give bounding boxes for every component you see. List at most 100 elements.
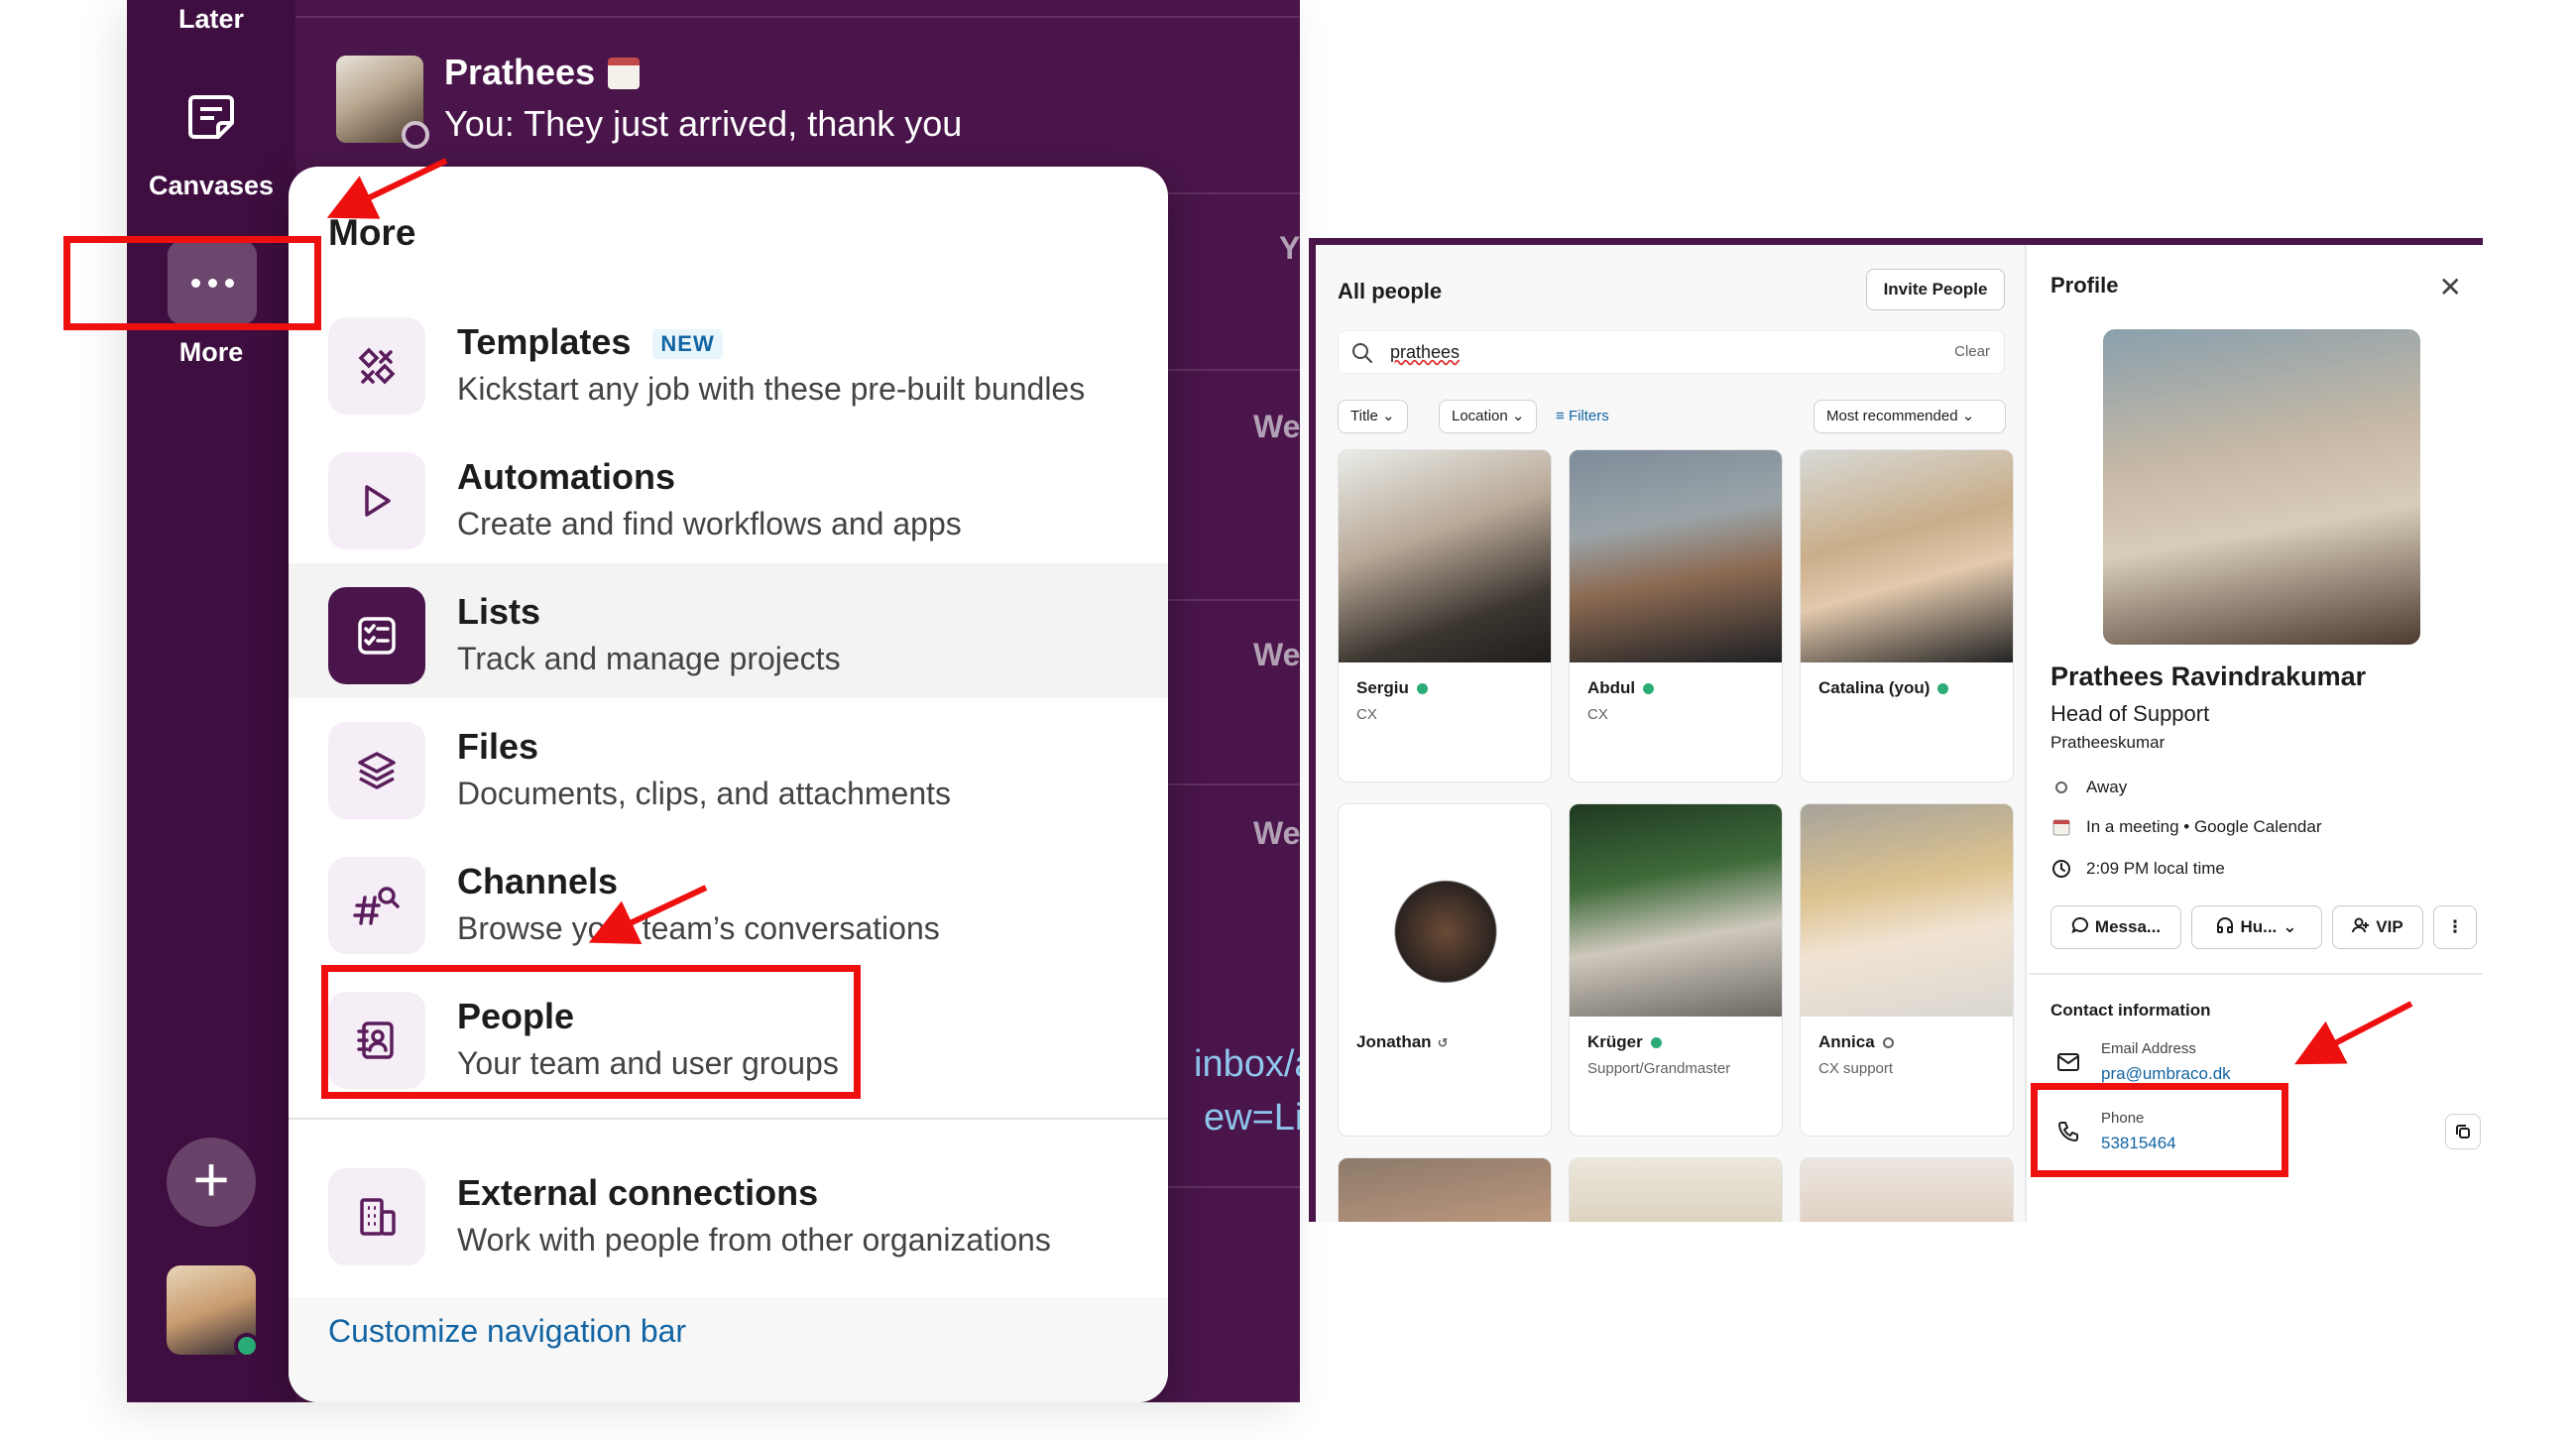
vip-button-label: VIP bbox=[2376, 917, 2403, 936]
person-name: Annica bbox=[1818, 1032, 1875, 1051]
menu-item-templates[interactable]: Templates NEW Kickstart any job with thes… bbox=[289, 294, 1168, 428]
person-card[interactable]: Abdul CX bbox=[1569, 449, 1783, 782]
copy-icon[interactable] bbox=[2445, 1114, 2481, 1149]
chevron-down-icon: ⌄ bbox=[2283, 917, 2297, 936]
layers-icon bbox=[328, 722, 425, 819]
local-time-text: 2:09 PM local time bbox=[2086, 859, 2225, 878]
peek-link: inbox/ac bbox=[1194, 1043, 1300, 1085]
divider bbox=[2029, 973, 2483, 975]
person-name: Sergiu bbox=[1356, 678, 1409, 697]
more-menu-title: More bbox=[328, 212, 416, 253]
building-icon bbox=[328, 1168, 425, 1265]
chevron-down-icon: ⌄ bbox=[1511, 408, 1525, 424]
person-card[interactable]: Annica CX support bbox=[1800, 803, 2014, 1137]
person-photo bbox=[1801, 1158, 2013, 1222]
meeting-row: In a meeting • Google Calendar bbox=[2050, 816, 2322, 838]
message-icon bbox=[2071, 916, 2089, 939]
peek-link: ew=List bbox=[1204, 1097, 1300, 1139]
filter-icon: ≡ bbox=[1556, 408, 1565, 424]
menu-item-channels[interactable]: Channels Browse your team’s conversation… bbox=[289, 833, 1168, 968]
divider bbox=[289, 1118, 1168, 1120]
profile-panel: Profile ✕ Prathees Ravindrakumar Head of… bbox=[2029, 245, 2483, 1222]
dm-sender-name[interactable]: Prathees bbox=[444, 52, 595, 93]
title-filter-dropdown[interactable]: Title ⌄ bbox=[1338, 400, 1408, 433]
location-filter-dropdown[interactable]: Location ⌄ bbox=[1439, 400, 1538, 433]
person-photo bbox=[1570, 1158, 1782, 1222]
vertical-ellipsis-icon: ⋮ bbox=[2446, 917, 2464, 936]
person-photo bbox=[1339, 450, 1551, 662]
list-icon bbox=[328, 587, 425, 684]
dm-preview-text[interactable]: You: They just arrived, thank you bbox=[444, 103, 962, 145]
away-status-icon bbox=[1882, 1037, 1894, 1049]
person-card[interactable] bbox=[1569, 1157, 1783, 1222]
person-name: Abdul bbox=[1587, 678, 1636, 697]
avatar[interactable] bbox=[167, 1265, 260, 1359]
search-value[interactable]: prathees bbox=[1390, 342, 1460, 363]
person-card[interactable] bbox=[1800, 1157, 2014, 1222]
person-card[interactable]: Catalina (you) bbox=[1800, 449, 2014, 782]
menu-item-external-connections[interactable]: External connections Work with people fr… bbox=[289, 1144, 1168, 1279]
profile-photo bbox=[2103, 329, 2420, 645]
local-time-row: 2:09 PM local time bbox=[2050, 858, 2225, 880]
workspace-rail: Later Canvases More + bbox=[127, 0, 295, 1402]
add-icon[interactable]: + bbox=[167, 1138, 256, 1227]
contact-info-heading: Contact information bbox=[2050, 1001, 2211, 1020]
people-search-input[interactable]: prathees Clear bbox=[1338, 330, 2005, 374]
person-photo bbox=[1339, 804, 1551, 1017]
person-card[interactable]: Sergiu CX bbox=[1338, 449, 1552, 782]
person-name: Catalina (you) bbox=[1818, 678, 1931, 697]
person-card[interactable]: Jonathan ↺ bbox=[1338, 803, 1552, 1137]
sort-label: Most recommended bbox=[1826, 408, 1958, 424]
email-label: Email Address bbox=[2101, 1040, 2196, 1057]
play-icon bbox=[328, 452, 425, 549]
more-actions-button[interactable]: ⋮ bbox=[2433, 905, 2477, 949]
filters-label: Filters bbox=[1568, 408, 1609, 424]
person-card[interactable]: Krüger Support/Grandmaster bbox=[1569, 803, 1783, 1137]
online-status-icon bbox=[234, 1333, 260, 1359]
customize-navigation-link[interactable]: Customize navigation bar bbox=[328, 1313, 686, 1350]
chevron-down-icon: ⌄ bbox=[1961, 408, 1975, 424]
menu-item-title: External connections bbox=[457, 1172, 819, 1213]
person-photo bbox=[1570, 450, 1782, 662]
close-icon[interactable]: ✕ bbox=[2439, 271, 2462, 303]
rail-canvases-label[interactable]: Canvases bbox=[127, 171, 295, 201]
customize-footer: Customize navigation bar bbox=[289, 1297, 1168, 1402]
profile-role: Head of Support bbox=[2050, 701, 2210, 726]
person-card[interactable] bbox=[1338, 1157, 1552, 1222]
menu-item-lists[interactable]: Lists Track and manage projects bbox=[289, 563, 1168, 698]
invite-people-button[interactable]: Invite People bbox=[1866, 269, 2005, 310]
person-name: Krüger bbox=[1587, 1032, 1643, 1051]
filter-label: Title bbox=[1350, 408, 1378, 424]
vip-button[interactable]: VIP bbox=[2332, 905, 2423, 949]
peek-text: We bbox=[1253, 409, 1300, 444]
chevron-down-icon: ⌄ bbox=[1381, 408, 1395, 424]
clear-search-button[interactable]: Clear bbox=[1954, 343, 1990, 360]
meeting-text: In a meeting • Google Calendar bbox=[2086, 817, 2322, 836]
people-directory-screenshot: All people Invite People prathees Clear … bbox=[1309, 238, 2483, 1222]
away-status-icon bbox=[402, 121, 429, 149]
huddle-button[interactable]: Hu... ⌄ bbox=[2191, 905, 2322, 949]
templates-icon bbox=[328, 317, 425, 415]
calendar-icon bbox=[608, 58, 640, 89]
search-icon bbox=[1352, 343, 1372, 363]
filters-button[interactable]: ≡ Filters bbox=[1556, 408, 1609, 424]
menu-item-automations[interactable]: Automations Create and find workflows an… bbox=[289, 428, 1168, 563]
annotation-box-more bbox=[63, 236, 321, 330]
canvas-icon[interactable] bbox=[182, 87, 240, 145]
rail-later-label[interactable]: Later bbox=[127, 4, 295, 35]
huddle-button-label: Hu... bbox=[2240, 917, 2278, 936]
page-title: All people bbox=[1338, 279, 1443, 303]
person-photo bbox=[1570, 804, 1782, 1017]
sort-dropdown[interactable]: Most recommended ⌄ bbox=[1814, 400, 2006, 433]
presence-text: Away bbox=[2086, 778, 2128, 796]
rail-more-label[interactable]: More bbox=[127, 337, 295, 368]
profile-title: Profile bbox=[2050, 273, 2119, 298]
user-plus-icon bbox=[2352, 916, 2370, 939]
email-link[interactable]: pra@umbraco.dk bbox=[2101, 1064, 2231, 1084]
online-status-icon bbox=[1643, 683, 1655, 695]
menu-item-desc: Documents, clips, and attachments bbox=[457, 776, 952, 811]
people-directory: All people Invite People prathees Clear … bbox=[1316, 245, 2027, 1222]
menu-item-files[interactable]: Files Documents, clips, and attachments bbox=[289, 698, 1168, 833]
avatar[interactable] bbox=[336, 56, 429, 149]
message-button[interactable]: Messa... bbox=[2050, 905, 2181, 949]
